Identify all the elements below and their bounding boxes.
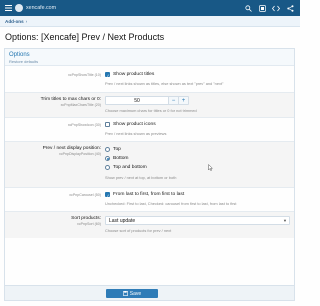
radio-bottom[interactable]: Bottom (105, 156, 290, 165)
save-label[interactable]: Save (130, 291, 141, 297)
position-explain: Show prev / next at top, at bottom or bo… (105, 175, 177, 180)
addon-icon[interactable] (257, 3, 267, 13)
trim-stepper[interactable]: 50 − + (105, 96, 189, 105)
option-row-position: Prev / next display position: xcPnpDispl… (5, 142, 294, 187)
radio-button[interactable] (105, 147, 110, 153)
breadcrumb-link[interactable]: Add-ons › (5, 19, 27, 24)
code-icon[interactable] (271, 3, 281, 13)
panel-title: Options (9, 52, 30, 58)
site-host[interactable]: xencafe.com (26, 5, 243, 11)
top-navigation-bar: xencafe.com (0, 0, 300, 16)
option-row-carousel: xcPnpCarousel (50) From last to first, f… (5, 188, 294, 211)
option-id: xcPnpDisplayPosition (40) (59, 151, 101, 156)
chevron-down-icon[interactable]: ▼ (281, 218, 289, 223)
panel-header: Options Restore defaults (5, 49, 294, 66)
topbar-icons (243, 3, 295, 13)
radio-button[interactable] (105, 165, 110, 171)
radio-top-and-bottom[interactable]: Top and bottom (105, 165, 290, 174)
save-button[interactable]: Save (106, 289, 158, 298)
show-icons-checkbox[interactable] (105, 122, 110, 128)
decrement-button[interactable]: − (168, 97, 178, 104)
restore-defaults-link[interactable]: Restore defaults (9, 59, 290, 64)
carousel-checkbox[interactable] (105, 192, 110, 198)
option-id: xcPnpCarousel (50) (69, 192, 101, 197)
logo-icon[interactable] (15, 4, 23, 12)
sort-select[interactable]: Last update ▼ (105, 216, 290, 225)
carousel-explain: Unchecked: First to last, Checked: carou… (105, 201, 237, 206)
option-row-trim: Trim titles to max chars or 0: xcPnpMaxC… (5, 93, 294, 117)
form-footer: Save (5, 285, 294, 300)
show-titles-explain: Prev / next links shown as titles, else … (105, 81, 224, 86)
trim-explain: Choose maximum chars for titles or 0 for… (105, 108, 197, 113)
option-id: xcPnpShowTitle (10) (67, 72, 101, 77)
option-row-show-icons: xcPnpShowIcon (30) Show product icons Pr… (5, 118, 294, 141)
increment-button[interactable]: + (178, 97, 188, 104)
sort-explain: Choose sort of products for prev / next (105, 228, 172, 233)
sort-selected-value[interactable]: Last update (109, 218, 281, 224)
chevron-right-icon: › (25, 18, 28, 24)
mouse-cursor-icon (208, 164, 213, 171)
trim-label: Trim titles to max chars or 0: (40, 97, 101, 102)
radio-top[interactable]: Top (105, 147, 290, 156)
show-icons-label[interactable]: Show product icons (113, 122, 156, 127)
menu-icon[interactable] (3, 3, 13, 13)
position-label: Prev / next display position: (42, 146, 101, 151)
show-titles-checkbox[interactable] (105, 72, 110, 78)
share-icon[interactable] (285, 3, 295, 13)
save-icon (122, 291, 128, 296)
search-icon[interactable] (243, 3, 253, 13)
option-id: xcPnpShowIcon (30) (67, 122, 101, 127)
option-id: xcPnpSort (60) (77, 221, 101, 226)
sort-label: Sort products: (71, 216, 101, 221)
trim-value[interactable]: 50 (106, 97, 168, 104)
show-titles-label[interactable]: Show product titles (113, 72, 154, 77)
options-panel: Options Restore defaults xcPnpShowTitle … (4, 48, 295, 301)
radio-button[interactable] (105, 156, 110, 162)
carousel-label[interactable]: From last to first, from first to last (113, 192, 184, 197)
option-row-sort: Sort products: xcPnpSort (60) Last updat… (5, 212, 294, 238)
show-icons-explain: Prev / next links shown as previews (105, 131, 167, 136)
page-title: Options: [Xencafe] Prev / Next Products (5, 32, 165, 42)
breadcrumb: Add-ons › (0, 16, 300, 27)
option-row-show-titles: xcPnpShowTitle (10) Show product titles … (5, 68, 294, 92)
option-id: xcPnpMaxCharsTitle (20) (60, 102, 101, 107)
